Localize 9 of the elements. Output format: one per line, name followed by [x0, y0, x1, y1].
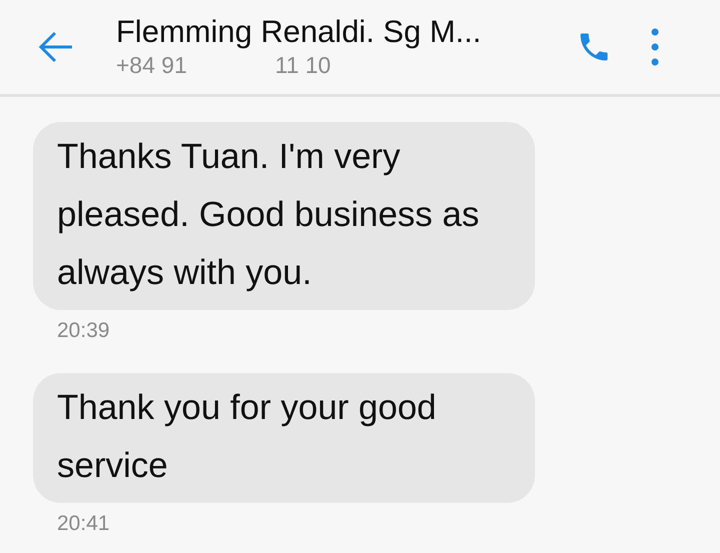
message-bubble: Thanks Tuan. I'm very pleased. Good business as always with you.: [33, 122, 535, 310]
message-time: 20:41: [56, 511, 111, 536]
more-options-icon: [650, 27, 660, 67]
message-bubble: Thank you for your good service: [33, 373, 535, 504]
phone-number: +84 91: [116, 53, 187, 79]
message-time: 20:39: [56, 318, 111, 344]
more-options-button[interactable]: [650, 27, 660, 67]
contact-name: Flemming Renaldi. Sg M...: [116, 15, 482, 50]
phone-number-end: 11 10: [275, 53, 331, 79]
